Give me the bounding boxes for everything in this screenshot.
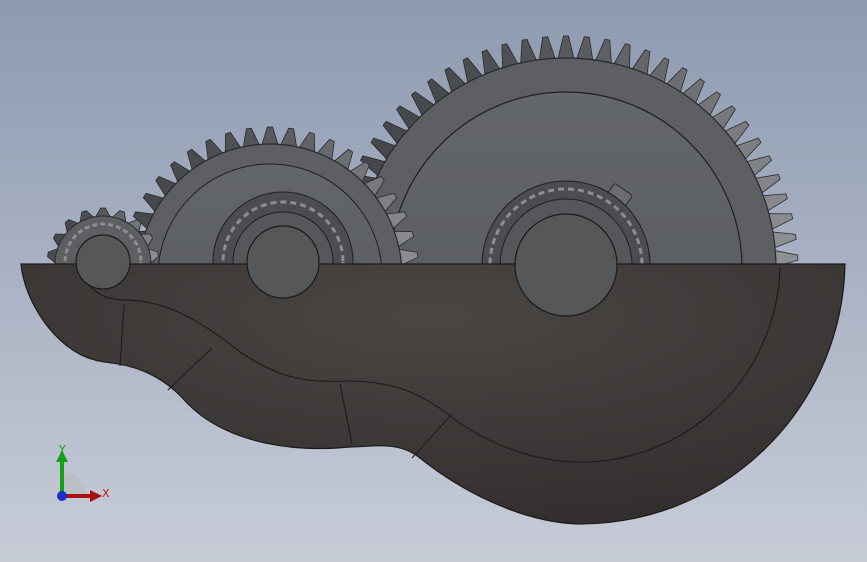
gearbox-housing[interactable] <box>20 263 846 525</box>
gear-tooth <box>595 38 612 64</box>
gear-tooth <box>576 36 594 61</box>
gear-tooth <box>557 35 575 59</box>
middle-shaft-bore[interactable] <box>246 225 320 299</box>
z-axis-dot-icon <box>57 491 67 501</box>
xy-plane-indicator <box>62 472 86 496</box>
y-axis-label: Y <box>59 443 66 456</box>
gear-tooth <box>520 38 537 64</box>
small-shaft-bore[interactable] <box>75 234 131 290</box>
gear-tooth <box>95 207 111 217</box>
large-shaft-bore[interactable] <box>514 213 618 317</box>
x-arrow-head-icon <box>90 490 102 502</box>
gear-tooth <box>772 231 797 249</box>
gear-tooth <box>280 127 298 148</box>
gear-tooth <box>242 127 260 148</box>
x-axis-label: X <box>102 487 110 500</box>
gear-tooth <box>261 126 279 145</box>
axis-triad: Y X <box>44 436 116 512</box>
gear-tooth <box>538 36 556 61</box>
model-viewport[interactable] <box>0 0 867 562</box>
